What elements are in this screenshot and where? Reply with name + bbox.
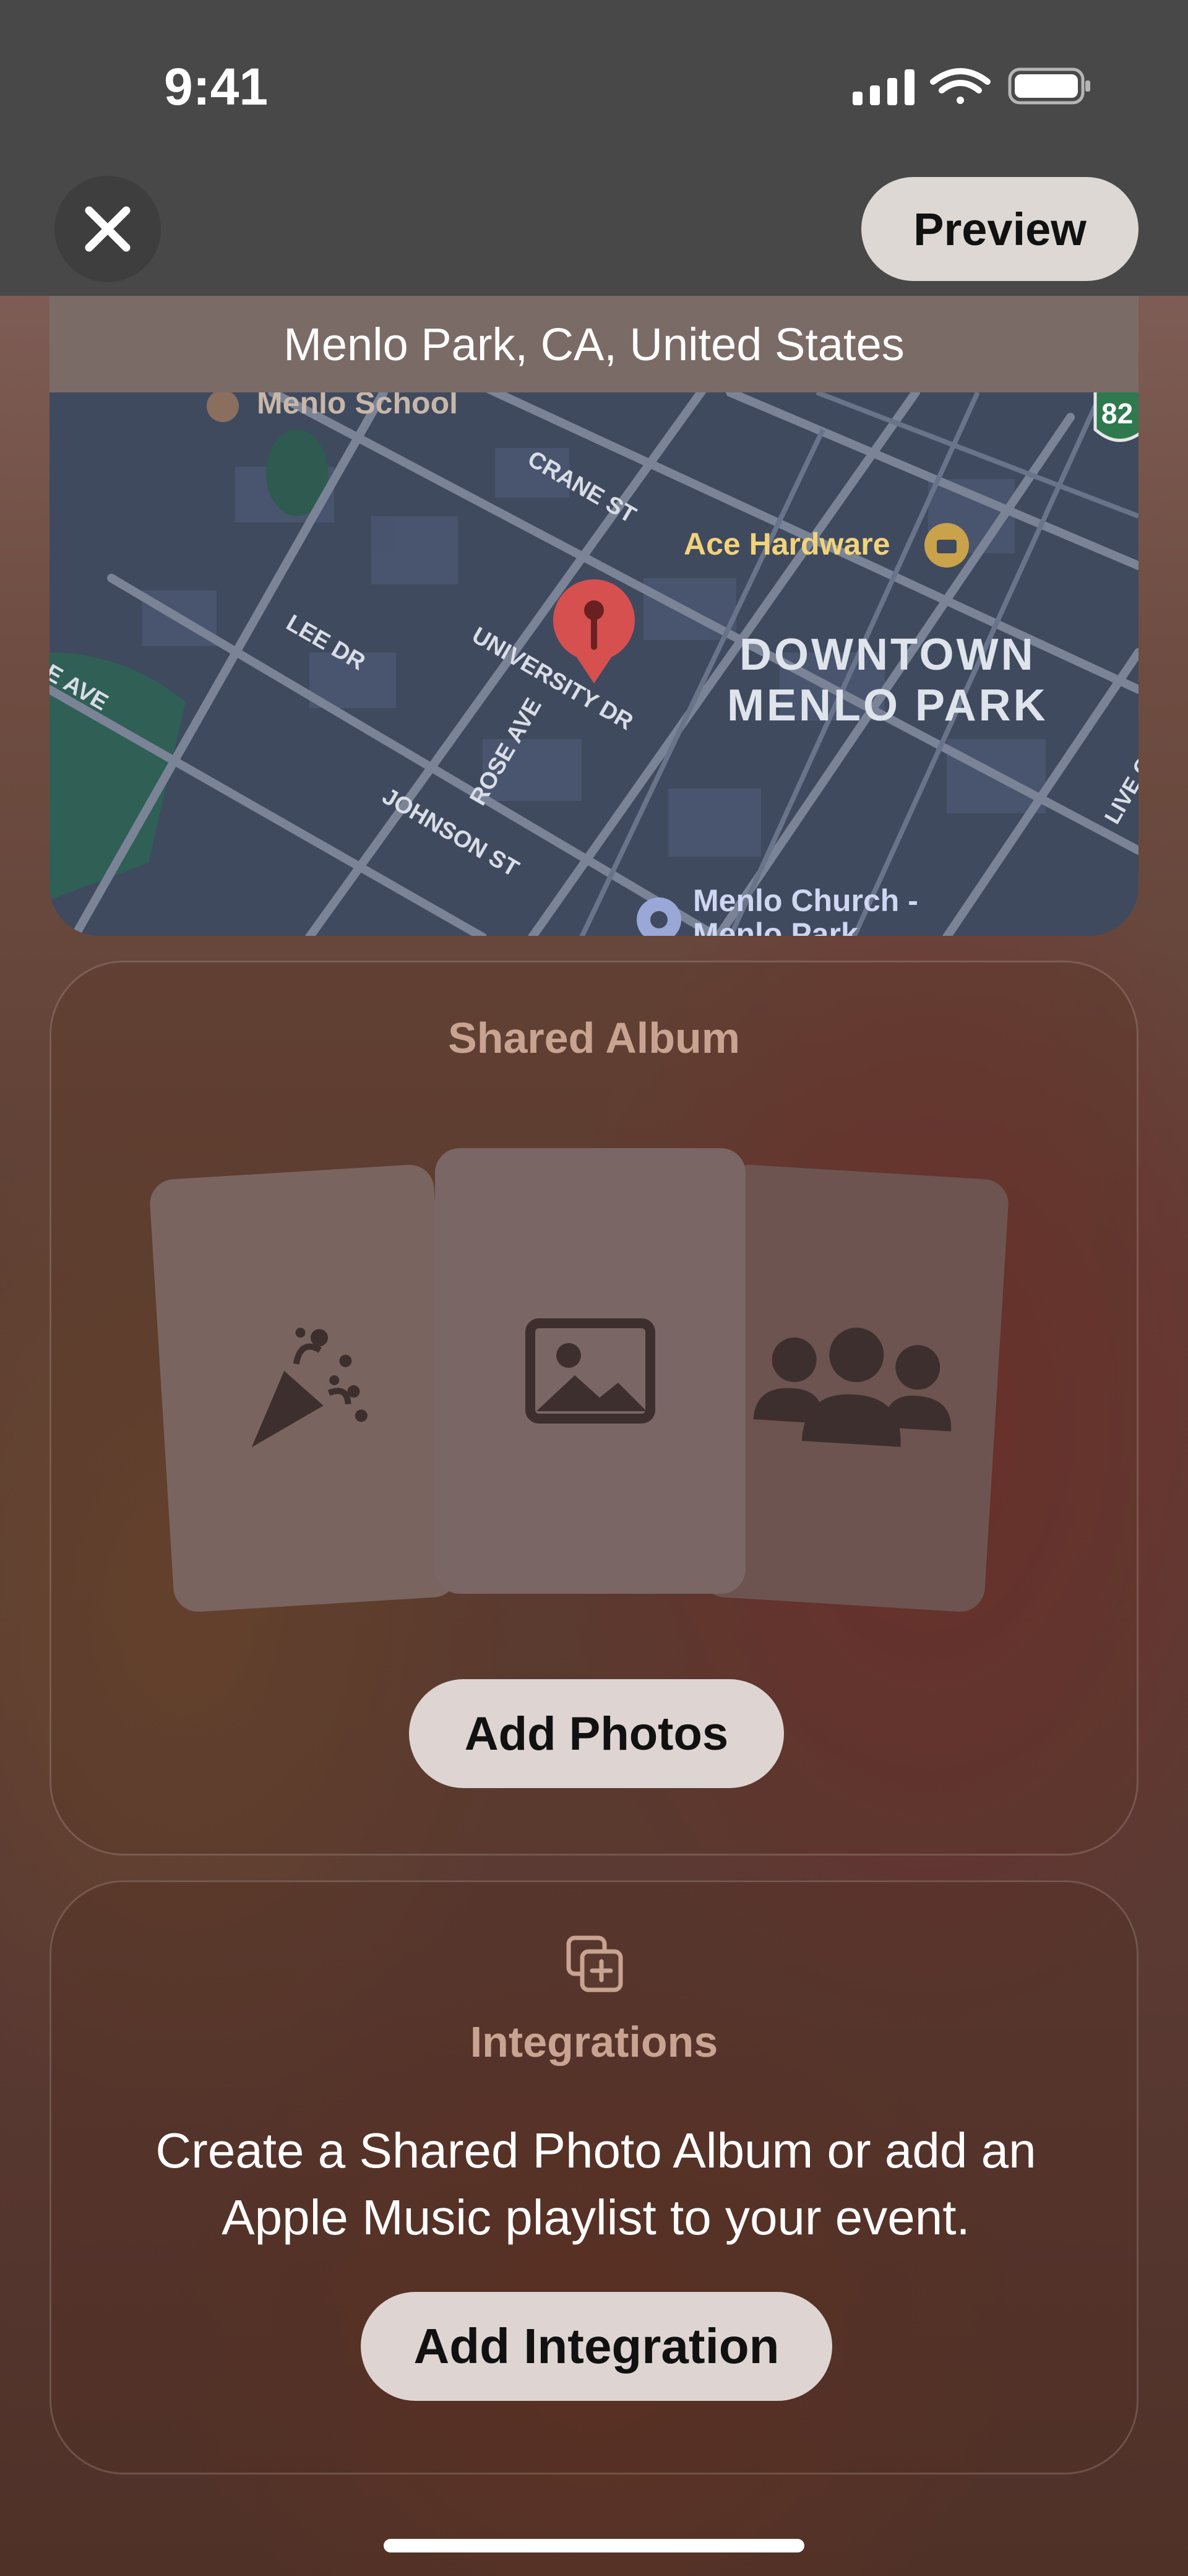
album-placeholder-card: [148, 1163, 459, 1614]
photo-icon: [525, 1318, 655, 1424]
status-time: 9:41: [164, 58, 269, 116]
home-indicator: [384, 2539, 804, 2552]
battery-icon: [1008, 67, 1090, 105]
map-label-downtown: MENLO PARK: [727, 681, 1048, 730]
integrations-description: Create a Shared Photo Album or add an Ap…: [155, 2123, 1036, 2245]
map-view[interactable]: Menlo School CRANE ST Ace Hardware DOWNT…: [50, 392, 1138, 936]
navigation-bar: 9:41 Preview: [0, 0, 1188, 296]
album-placeholder-card: [435, 1148, 746, 1594]
map-label-hardware: Ace Hardware: [684, 527, 890, 561]
map-label-church: Menlo Church -: [693, 883, 918, 918]
preview-button[interactable]: Preview: [861, 177, 1138, 281]
album-placeholder-card: [699, 1163, 1010, 1614]
add-integration-button[interactable]: Add Integration: [361, 2292, 832, 2401]
map-label-church: Menlo Park: [693, 917, 858, 936]
map-label-school: Menlo School: [257, 392, 458, 420]
close-icon: [85, 206, 131, 252]
location-address: Menlo Park, CA, United States: [50, 296, 1138, 392]
map-label-downtown: DOWNTOWN: [739, 630, 1036, 680]
add-photos-button[interactable]: Add Photos: [409, 1679, 784, 1788]
status-icons: [853, 67, 1090, 105]
integrations-card: Integrations Create a Shared Photo Album…: [50, 1880, 1138, 2474]
people-icon: [753, 1328, 952, 1447]
shared-album-card: Shared Album Add Photos: [50, 961, 1138, 1856]
wifi-icon: [930, 68, 991, 104]
cellular-signal-icon: [853, 69, 915, 105]
location-map-card[interactable]: Menlo Park, CA, United States Menlo Scho…: [50, 248, 1138, 936]
shared-album-title: Shared Album: [448, 1014, 740, 1062]
add-integration-icon: [566, 1935, 623, 1992]
integrations-title: Integrations: [470, 2018, 718, 2066]
close-button[interactable]: [54, 176, 161, 282]
party-popper-icon: [251, 1328, 368, 1448]
svg-text:82: 82: [1101, 397, 1133, 430]
